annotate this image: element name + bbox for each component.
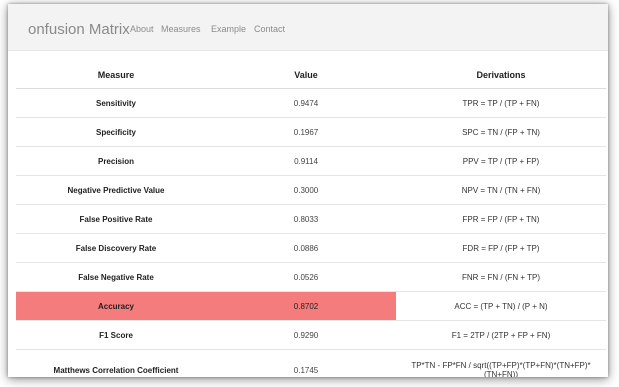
measure-cell: Specificity xyxy=(16,117,216,147)
value-cell: 0.1745 xyxy=(216,349,396,377)
measure-cell: Precision xyxy=(16,146,216,176)
table-row: False Positive Rate 0.8033 FPR = FP / (FP … xyxy=(16,204,606,234)
table-row: F1 Score 0.9290 F1 = 2TP / (2TP + FP + FN) xyxy=(16,320,606,350)
nav-link-example[interactable]: Example xyxy=(211,24,246,34)
derivation-cell: TP*TN - FP*FN / sqrt((TP+FP)*(TP+FN)*(TN… xyxy=(396,349,606,377)
table-row: Sensitivity 0.9474 TPR = TP / (TP + FN) xyxy=(16,88,606,118)
value-cell: 0.0886 xyxy=(216,233,396,263)
derivation-cell: ACC = (TP + TN) / (P + N) xyxy=(396,291,606,321)
measure-cell: Negative Predictive Value xyxy=(16,175,216,205)
nav-link-about[interactable]: About xyxy=(130,24,154,34)
measure-cell: F1 Score xyxy=(16,320,216,350)
header-measure: Measure xyxy=(16,62,216,89)
value-cell: 0.3000 xyxy=(216,175,396,205)
derivation-cell: TPR = TP / (TP + FN) xyxy=(396,88,606,118)
value-cell: 0.0526 xyxy=(216,262,396,292)
value-cell: 0.9474 xyxy=(216,88,396,118)
measure-cell: Sensitivity xyxy=(16,88,216,118)
measure-cell: Matthews Correlation Coefficient xyxy=(16,349,216,377)
measure-cell: Accuracy xyxy=(16,291,216,321)
measure-cell: False Negative Rate xyxy=(16,262,216,292)
content-frame: onfusion Matrix About Measures Example C… xyxy=(8,4,608,377)
page: onfusion Matrix About Measures Example C… xyxy=(0,0,619,387)
measure-cell: False Positive Rate xyxy=(16,204,216,234)
derivation-cell: FPR = FP / (FP + TN) xyxy=(396,204,606,234)
derivation-cell: FNR = FN / (FN + TP) xyxy=(396,262,606,292)
measures-table: Measure Value Derivations Sensitivity 0.9… xyxy=(16,62,606,377)
value-cell: 0.1967 xyxy=(216,117,396,147)
value-cell: 0.9114 xyxy=(216,146,396,176)
value-cell: 0.8033 xyxy=(216,204,396,234)
value-cell: 0.8702 xyxy=(216,291,396,321)
table-header-row: Measure Value Derivations xyxy=(16,62,606,89)
derivation-cell: FDR = FP / (FP + TP) xyxy=(396,233,606,263)
table-row: Negative Predictive Value 0.3000 NPV = TN … xyxy=(16,175,606,205)
table-row: Precision 0.9114 PPV = TP / (TP + FP) xyxy=(16,146,606,176)
derivation-cell: SPC = TN / (FP + TN) xyxy=(396,117,606,147)
value-cell: 0.9290 xyxy=(216,320,396,350)
top-navbar: onfusion Matrix About Measures Example C… xyxy=(8,4,608,51)
header-derivations: Derivations xyxy=(396,62,606,89)
table-row: Matthews Correlation Coefficient 0.1745 TP… xyxy=(16,349,606,377)
table-row: Specificity 0.1967 SPC = TN / (FP + TN) xyxy=(16,117,606,147)
header-value: Value xyxy=(216,62,396,89)
table-row: False Discovery Rate 0.0886 FDR = FP / (FP… xyxy=(16,233,606,263)
table-row: False Negative Rate 0.0526 FNR = FN / (FN … xyxy=(16,262,606,292)
brand-title[interactable]: onfusion Matrix xyxy=(28,21,130,38)
derivation-cell: NPV = TN / (TN + FN) xyxy=(396,175,606,205)
derivation-cell: F1 = 2TP / (2TP + FP + FN) xyxy=(396,320,606,350)
table-row: Accuracy 0.8702 ACC = (TP + TN) / (P + N) xyxy=(16,291,606,321)
nav-link-contact[interactable]: Contact xyxy=(254,24,285,34)
measure-cell: False Discovery Rate xyxy=(16,233,216,263)
nav-link-measures[interactable]: Measures xyxy=(161,24,201,34)
derivation-cell: PPV = TP / (TP + FP) xyxy=(396,146,606,176)
